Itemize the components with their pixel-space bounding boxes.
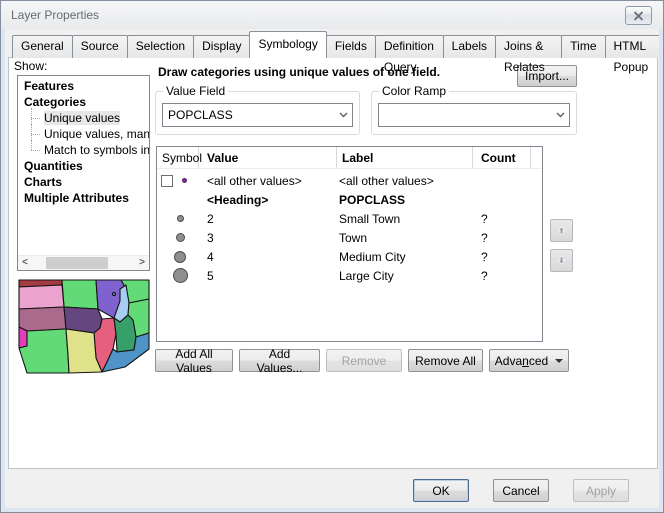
add-values-button[interactable]: Add Values... <box>239 349 320 372</box>
tree-horizontal-scrollbar[interactable]: < > <box>18 255 149 270</box>
show-item-categories[interactable]: Categories <box>18 94 149 110</box>
all-other-values-checkbox[interactable] <box>161 175 173 187</box>
show-item-charts[interactable]: Charts <box>18 174 149 190</box>
tab-html-popup[interactable]: HTML Popup <box>605 35 664 58</box>
show-item-unique-values-many[interactable]: Unique values, many <box>18 126 149 142</box>
title-bar: Layer Properties <box>1 1 663 29</box>
remove-button[interactable]: Remove <box>326 349 402 372</box>
scroll-right-icon[interactable]: > <box>135 256 149 270</box>
header-value[interactable]: Value <box>199 147 337 169</box>
close-button[interactable] <box>625 6 652 25</box>
window-title: Layer Properties <box>11 8 99 22</box>
arrow-down-icon <box>557 252 566 269</box>
tab-display[interactable]: Display <box>193 35 250 58</box>
show-tree: Features Categories Unique values Unique… <box>18 76 149 206</box>
add-all-values-button[interactable]: Add All Values <box>155 349 233 372</box>
value-field-value: POPCLASS <box>163 108 334 122</box>
value-field-label: Value Field <box>163 84 228 98</box>
all-other-values-symbol[interactable] <box>182 178 187 183</box>
show-item-unique-values[interactable]: Unique values <box>18 110 149 126</box>
table-header-row: Symbol Value Label Count <box>157 147 542 169</box>
show-item-quantities[interactable]: Quantities <box>18 158 149 174</box>
table-row-medium-city[interactable]: 4 Medium City ? <box>157 247 542 266</box>
table-row-heading[interactable]: <Heading> POPCLASS <box>157 190 542 209</box>
scrollbar-thumb[interactable] <box>46 257 108 269</box>
table-row-small-town[interactable]: 2 Small Town ? <box>157 209 542 228</box>
tab-fields[interactable]: Fields <box>326 35 376 58</box>
value-field-group: Value Field POPCLASS <box>155 91 360 135</box>
dropdown-caret-icon <box>555 359 563 363</box>
map-preview <box>17 279 150 374</box>
show-item-multiple-attributes[interactable]: Multiple Attributes <box>18 190 149 206</box>
scroll-left-icon[interactable]: < <box>18 256 32 270</box>
apply-button[interactable]: Apply <box>573 479 629 502</box>
tab-time[interactable]: Time <box>561 35 605 58</box>
layer-properties-dialog: Layer Properties General Source Selectio… <box>0 0 664 513</box>
show-label: Show: <box>14 59 47 73</box>
show-listbox: Features Categories Unique values Unique… <box>17 75 150 271</box>
tab-joins-relates[interactable]: Joins & Relates <box>495 35 562 58</box>
color-ramp-group: Color Ramp <box>371 91 577 135</box>
value-field-combobox[interactable]: POPCLASS <box>162 103 353 127</box>
tab-selection[interactable]: Selection <box>127 35 194 58</box>
move-down-button[interactable] <box>550 249 573 272</box>
cancel-button[interactable]: Cancel <box>493 479 549 502</box>
table-row-all-other-values[interactable]: <all other values> <all other values> <box>157 171 542 190</box>
tab-source[interactable]: Source <box>72 35 128 58</box>
show-item-match-symbols[interactable]: Match to symbols in a <box>18 142 149 158</box>
advanced-button-label: Advanced <box>495 354 548 368</box>
header-count[interactable]: Count <box>473 147 531 169</box>
tab-labels[interactable]: Labels <box>443 35 496 58</box>
advanced-button[interactable]: Advanced <box>489 349 569 372</box>
tab-bar: General Source Selection Display Symbolo… <box>12 33 663 58</box>
map-preview-image <box>17 279 150 374</box>
point-symbol[interactable] <box>176 233 185 242</box>
header-label[interactable]: Label <box>337 147 473 169</box>
scrollbar-track[interactable] <box>32 256 135 271</box>
categories-table: Symbol Value Label Count <all other valu… <box>156 146 543 342</box>
chevron-down-icon[interactable] <box>334 112 352 118</box>
ok-button[interactable]: OK <box>413 479 469 502</box>
color-ramp-combobox[interactable] <box>378 103 570 127</box>
color-ramp-swatch <box>382 106 551 124</box>
remove-all-button[interactable]: Remove All <box>408 349 483 372</box>
show-item-features[interactable]: Features <box>18 78 149 94</box>
symbology-tab-page: Show: Features Categories Unique values … <box>8 57 658 469</box>
point-symbol[interactable] <box>173 268 188 283</box>
close-icon <box>633 11 644 21</box>
tab-definition-query[interactable]: Definition Query <box>375 35 444 58</box>
arrow-up-icon <box>557 222 566 239</box>
header-symbol[interactable]: Symbol <box>157 147 199 169</box>
tab-symbology[interactable]: Symbology <box>249 31 326 58</box>
table-row-large-city[interactable]: 5 Large City ? <box>157 266 542 285</box>
move-up-button[interactable] <box>550 219 573 242</box>
point-symbol[interactable] <box>174 251 186 263</box>
chevron-down-icon[interactable] <box>551 112 569 118</box>
point-symbol[interactable] <box>177 215 184 222</box>
tab-general[interactable]: General <box>12 35 73 58</box>
table-row-town[interactable]: 3 Town ? <box>157 228 542 247</box>
color-ramp-label: Color Ramp <box>379 84 449 98</box>
